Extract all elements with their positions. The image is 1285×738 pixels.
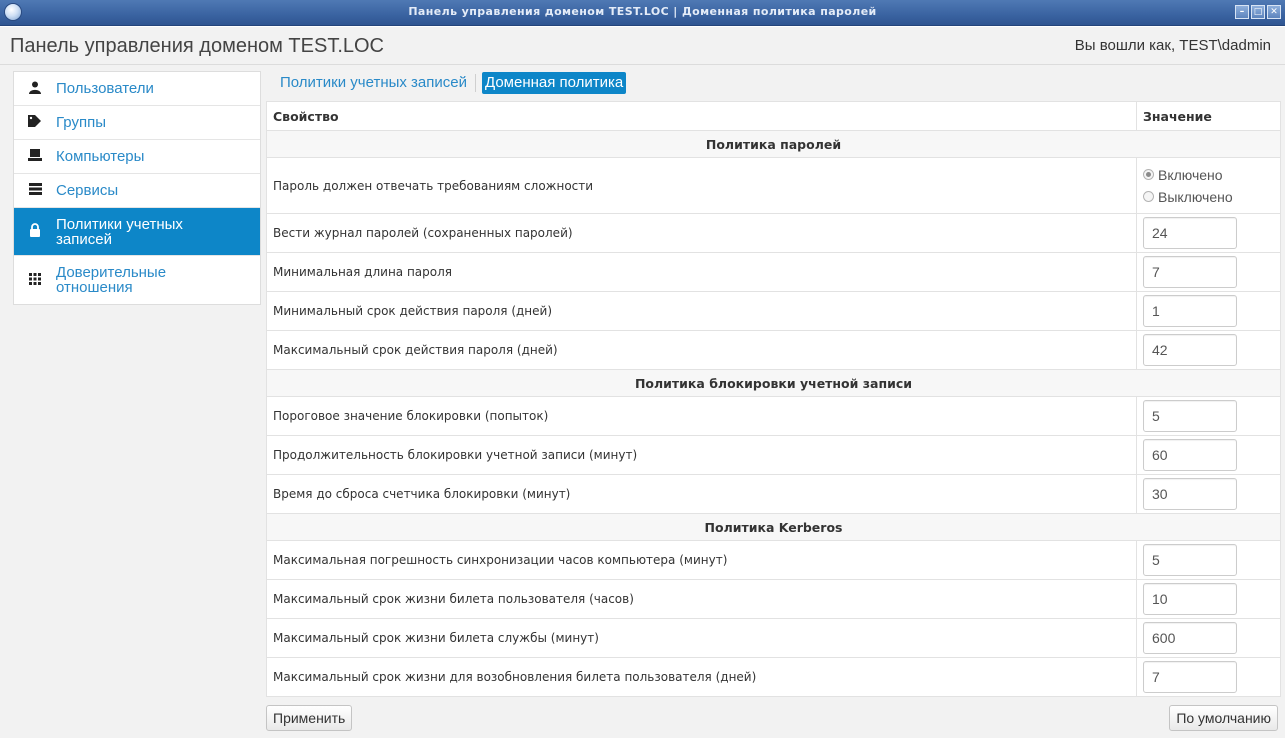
radio-option-enabled[interactable]: Включено <box>1143 164 1274 186</box>
table-row: Продолжительность блокировки учетной зап… <box>266 435 1281 475</box>
section-title: Политика Kerberos <box>266 513 1281 541</box>
table-row: Максимальный срок жизни билета пользоват… <box>266 579 1281 619</box>
property-label: Максимальный срок жизни билета пользоват… <box>266 579 1137 619</box>
complexity-radio-group: Включено Выключено <box>1136 157 1281 214</box>
section-title: Политика паролей <box>266 130 1281 158</box>
radio-option-disabled[interactable]: Выключено <box>1143 186 1274 208</box>
reset-defaults-button[interactable]: По умолчанию <box>1169 705 1278 731</box>
table-row: Пароль должен отвечать требованиям сложн… <box>266 157 1281 214</box>
value-input[interactable] <box>1143 217 1237 249</box>
table-row: Минимальная длина пароля <box>266 252 1281 292</box>
value-input[interactable] <box>1143 478 1237 510</box>
table-row: Вести журнал паролей (сохраненных пароле… <box>266 213 1281 253</box>
window-controls: – □ ✕ <box>1235 5 1281 19</box>
sidebar-item-label: Пользователи <box>56 80 154 97</box>
sidebar-item-label: Группы <box>56 114 106 131</box>
table-row: Максимальный срок действия пароля (дней) <box>266 330 1281 370</box>
property-label: Максимальная погрешность синхронизации ч… <box>266 540 1137 580</box>
table-row: Пороговое значение блокировки (попыток) <box>266 396 1281 436</box>
sidebar-item-services[interactable]: Сервисы <box>14 174 260 208</box>
section-title: Политика блокировки учетной записи <box>266 369 1281 397</box>
value-input[interactable] <box>1143 256 1237 288</box>
apply-button[interactable]: Применить <box>266 705 353 731</box>
maximize-icon[interactable]: □ <box>1251 5 1265 19</box>
table-row: Время до сброса счетчика блокировки (мин… <box>266 474 1281 514</box>
minimize-icon[interactable]: – <box>1235 5 1249 19</box>
tab-bar: Политики учетных записей Доменная полити… <box>278 71 627 95</box>
value-input[interactable] <box>1143 544 1237 576</box>
sidebar-item-computers[interactable]: Компьютеры <box>14 140 260 174</box>
window-title: Панель управления доменом TEST.LOC | Дом… <box>408 5 877 18</box>
sidebar-item-label: Сервисы <box>56 182 119 199</box>
table-row: Максимальная погрешность синхронизации ч… <box>266 540 1281 580</box>
value-input[interactable] <box>1143 334 1237 366</box>
tab-divider <box>475 74 476 92</box>
grid-icon <box>26 272 44 288</box>
main-area: Пользователи Группы Компьютеры Сервисы П… <box>0 65 1285 738</box>
app-title: Панель управления доменом TEST.LOC <box>10 35 385 57</box>
sidebar-item-label: Политики учетных записей <box>56 215 183 248</box>
value-input[interactable] <box>1143 295 1237 327</box>
table-row: Минимальный срок действия пароля (дней) <box>266 291 1281 331</box>
window-titlebar: Панель управления доменом TEST.LOC | Дом… <box>0 0 1285 26</box>
property-label: Продолжительность блокировки учетной зап… <box>266 435 1137 475</box>
value-input[interactable] <box>1143 583 1237 615</box>
column-header-property: Свойство <box>266 101 1137 131</box>
sidebar-item-label: Компьютеры <box>56 148 145 165</box>
property-label: Максимальный срок жизни билета службы (м… <box>266 618 1137 658</box>
table-row: Максимальный срок жизни билета службы (м… <box>266 618 1281 658</box>
value-input[interactable] <box>1143 661 1237 693</box>
lock-icon <box>26 223 44 240</box>
close-icon[interactable]: ✕ <box>1267 5 1281 19</box>
server-icon <box>26 183 44 198</box>
property-label: Время до сброса счетчика блокировки (мин… <box>266 474 1137 514</box>
property-label: Пароль должен отвечать требованиям сложн… <box>266 157 1137 214</box>
radio-button[interactable] <box>1143 191 1154 202</box>
app-header: Панель управления доменом TEST.LOC Вы во… <box>0 27 1285 65</box>
sidebar-item-trusts[interactable]: Доверительные отношения <box>14 256 260 304</box>
sidebar-item-label: Доверительные отношения <box>56 264 167 296</box>
sidebar-item-users[interactable]: Пользователи <box>14 72 260 106</box>
radio-label: Включено <box>1158 166 1223 183</box>
value-input[interactable] <box>1143 622 1237 654</box>
property-label: Пороговое значение блокировки (попыток) <box>266 396 1137 436</box>
property-label: Вести журнал паролей (сохраненных пароле… <box>266 213 1137 253</box>
user-icon <box>26 81 44 97</box>
sidebar-nav: Пользователи Группы Компьютеры Сервисы П… <box>13 71 261 305</box>
logged-in-user: Вы вошли как, TEST\dadmin <box>1074 37 1271 54</box>
property-label: Максимальный срок действия пароля (дней) <box>266 330 1137 370</box>
radio-button-checked[interactable] <box>1143 169 1154 180</box>
value-input[interactable] <box>1143 439 1237 471</box>
sidebar-item-groups[interactable]: Группы <box>14 106 260 140</box>
property-label: Минимальный срок действия пароля (дней) <box>266 291 1137 331</box>
sidebar-item-account-policies[interactable]: Политики учетных записей <box>14 208 260 256</box>
tab-domain-policy[interactable]: Доменная политика <box>482 72 627 94</box>
property-label: Максимальный срок жизни для возобновлени… <box>266 657 1137 697</box>
table-row: Максимальный срок жизни для возобновлени… <box>266 657 1281 697</box>
column-header-value: Значение <box>1136 101 1281 131</box>
computer-icon <box>26 149 44 164</box>
tag-icon <box>26 115 44 130</box>
content-panel: Политики учетных записей Доменная полити… <box>266 65 1281 738</box>
property-label: Минимальная длина пароля <box>266 252 1137 292</box>
tab-account-policies[interactable]: Политики учетных записей <box>278 72 469 94</box>
policy-table: Свойство Значение Политика паролей Парол… <box>266 101 1281 697</box>
value-input[interactable] <box>1143 400 1237 432</box>
radio-label: Выключено <box>1158 188 1233 205</box>
